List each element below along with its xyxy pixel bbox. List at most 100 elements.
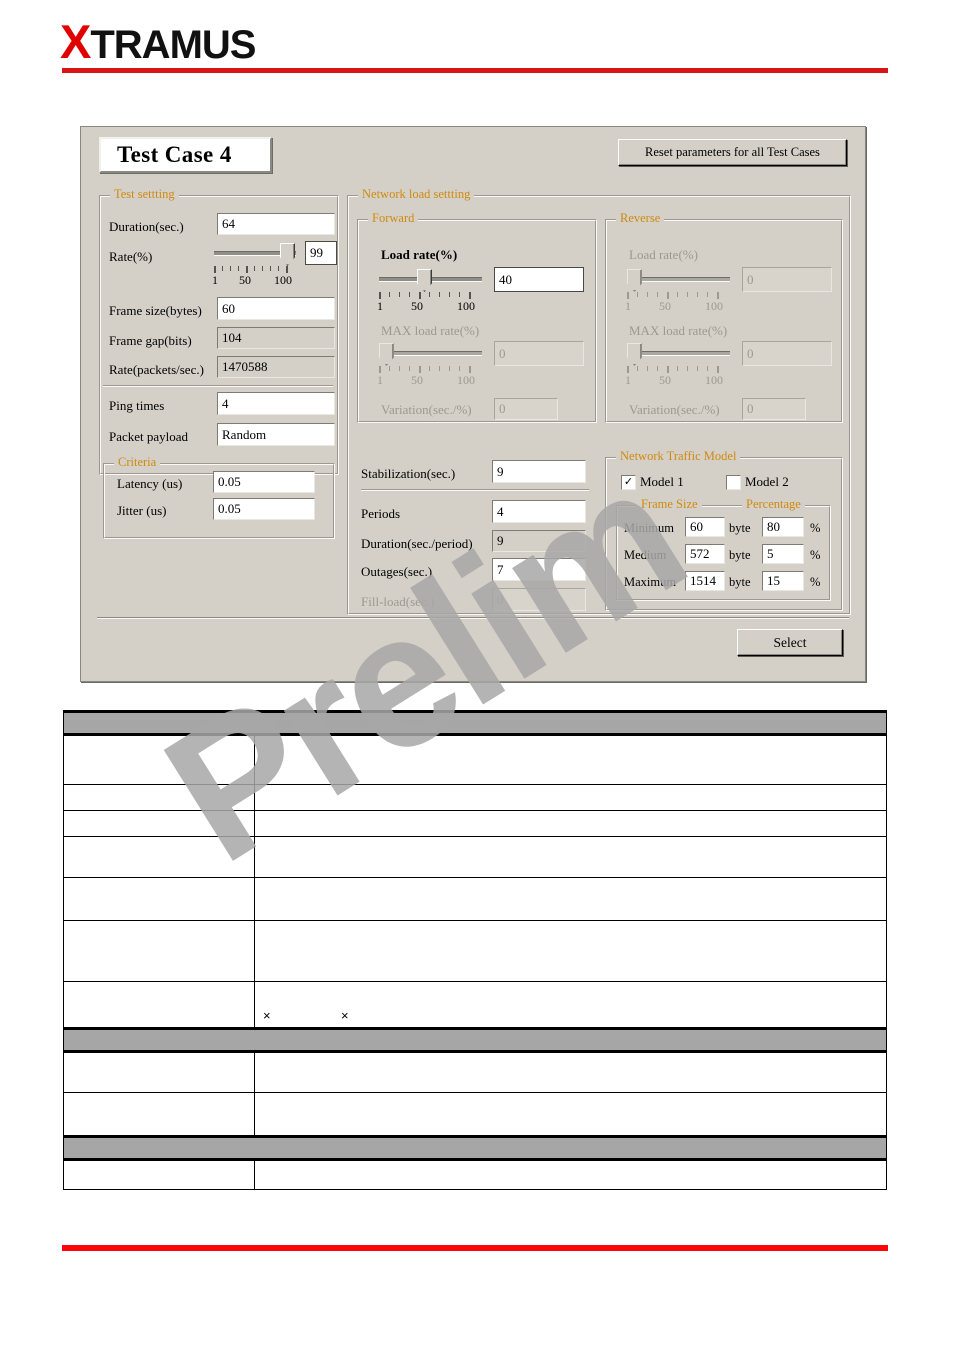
frame-row-percent-field[interactable]: 80 bbox=[762, 517, 804, 537]
slider-ticks bbox=[214, 266, 296, 273]
model1-label: Model 1 bbox=[640, 474, 684, 489]
packet-payload-label: Packet payload bbox=[109, 429, 189, 444]
frame-size-field[interactable]: 60 bbox=[217, 297, 335, 320]
network-load-divider bbox=[361, 489, 589, 491]
frame-size-legend: Frame Size bbox=[637, 497, 702, 512]
ping-times-field[interactable]: 4 bbox=[217, 392, 335, 415]
frame-row-percent-field[interactable]: 5 bbox=[762, 544, 804, 564]
table-band-row bbox=[63, 1027, 887, 1053]
unit-byte-label: byte bbox=[729, 521, 751, 535]
slider-thumb bbox=[627, 269, 642, 292]
duration-label: Duration(sec.) bbox=[109, 219, 184, 234]
table-row bbox=[63, 810, 887, 837]
header-red-rule bbox=[62, 68, 888, 73]
test-case-title: Test Case 4 bbox=[99, 137, 272, 173]
table-row bbox=[63, 784, 887, 811]
xtramus-logo: XTRAMUS bbox=[60, 18, 256, 67]
frame-row-size-field[interactable]: 60 bbox=[685, 517, 725, 537]
forward-max-load-rate-label: MAX load rate(%) bbox=[381, 323, 480, 338]
duration-field[interactable]: 64 bbox=[217, 213, 335, 235]
frame-gap-label: Frame gap(bits) bbox=[109, 333, 192, 348]
model2-label: Model 2 bbox=[745, 474, 789, 489]
periods-label: Periods bbox=[361, 506, 400, 521]
forward-variation-field: 0 bbox=[494, 398, 558, 420]
unit-percent-label: % bbox=[810, 521, 821, 535]
rate-percent-label: Rate(%) bbox=[109, 249, 153, 264]
rate-percent-field[interactable]: 99 bbox=[305, 241, 337, 265]
rate-percent-slider[interactable]: 1 50 100 bbox=[212, 243, 296, 287]
reverse-load-rate-field: 0 bbox=[742, 267, 832, 292]
reverse-max-load-rate-label: MAX load rate(%) bbox=[629, 323, 728, 338]
frame-row-size-field[interactable]: 1514 bbox=[685, 571, 725, 591]
periods-field[interactable]: 4 bbox=[492, 500, 586, 523]
test-setting-divider bbox=[103, 385, 333, 387]
unit-percent-label: % bbox=[810, 548, 821, 562]
test-case-dialog: Test Case 4 Reset parameters for all Tes… bbox=[80, 126, 866, 682]
rate-pps-label: Rate(packets/sec.) bbox=[109, 362, 204, 377]
frame-row-size-field[interactable]: 572 bbox=[685, 544, 725, 564]
table-row bbox=[63, 1092, 887, 1137]
reverse-variation-label: Variation(sec./%) bbox=[629, 402, 720, 417]
logo-wordmark: TRAMUS bbox=[90, 23, 256, 67]
stabilization-label: Stabilization(sec.) bbox=[361, 466, 456, 481]
packet-payload-select[interactable]: Random bbox=[217, 423, 335, 446]
jitter-field[interactable]: 0.05 bbox=[213, 498, 315, 520]
forward-load-rate-field[interactable]: 40 bbox=[494, 267, 584, 292]
footer-red-rule bbox=[62, 1245, 888, 1251]
slider-track bbox=[627, 351, 730, 356]
reverse-max-load-rate-field: 0 bbox=[742, 341, 832, 366]
logo-x-letter: X bbox=[60, 15, 91, 68]
select-button[interactable]: Select bbox=[737, 629, 843, 656]
table-row bbox=[63, 1051, 887, 1093]
outages-field[interactable]: 7 bbox=[492, 558, 586, 581]
frame-row-name: Maximum bbox=[624, 575, 677, 589]
x-mark-1: × bbox=[263, 1008, 271, 1023]
table-band-row bbox=[63, 1135, 887, 1161]
slider-ticks bbox=[627, 366, 730, 373]
fill-load-field: 0 bbox=[492, 588, 586, 611]
frame-row-name: Medium bbox=[624, 548, 667, 562]
fill-load-label: Fill-load(sec.) bbox=[361, 594, 435, 609]
slider-track bbox=[627, 277, 730, 282]
forward-variation-label: Variation(sec./%) bbox=[381, 402, 472, 417]
criteria-legend: Criteria bbox=[114, 455, 161, 470]
stabilization-field[interactable]: 9 bbox=[492, 460, 586, 483]
forward-load-rate-slider[interactable]: 1 50 100 bbox=[377, 269, 482, 313]
unit-percent-label: % bbox=[810, 575, 821, 589]
percentage-legend: Percentage bbox=[742, 497, 805, 512]
frame-row-percent-field[interactable]: 15 bbox=[762, 571, 804, 591]
table-band-row bbox=[63, 710, 887, 736]
latency-label: Latency (us) bbox=[117, 476, 183, 491]
slider-ticks bbox=[627, 292, 730, 299]
slider-ticks bbox=[379, 366, 482, 373]
footer-divider bbox=[97, 617, 849, 619]
reset-parameters-button[interactable]: Reset parameters for all Test Cases bbox=[618, 139, 847, 166]
slider-thumb bbox=[379, 343, 394, 366]
duration-period-field: 9 bbox=[492, 530, 586, 552]
model1-checkbox[interactable]: ✓ bbox=[621, 475, 636, 490]
latency-field[interactable]: 0.05 bbox=[213, 471, 315, 493]
forward-legend: Forward bbox=[368, 211, 419, 226]
slider-thumb[interactable] bbox=[417, 269, 432, 292]
forward-max-load-rate-field: 0 bbox=[494, 341, 584, 366]
unit-byte-label: byte bbox=[729, 575, 751, 589]
table-row bbox=[63, 877, 887, 921]
page-header: XTRAMUS bbox=[0, 0, 954, 80]
test-setting-legend: Test settting bbox=[110, 187, 179, 202]
table-row bbox=[63, 1159, 887, 1190]
slider-thumb[interactable] bbox=[280, 243, 295, 266]
forward-max-load-rate-slider: 1 50 100 bbox=[377, 343, 482, 387]
frame-size-label: Frame size(bytes) bbox=[109, 303, 202, 318]
traffic-model-legend: Network Traffic Model bbox=[616, 449, 741, 464]
table-row-xmarks: × × bbox=[63, 981, 887, 1029]
x-mark-2: × bbox=[341, 1008, 349, 1023]
reverse-variation-field: 0 bbox=[742, 398, 806, 420]
table-row bbox=[63, 920, 887, 982]
model2-checkbox[interactable] bbox=[726, 475, 741, 490]
table-row bbox=[63, 836, 887, 878]
slider-track bbox=[379, 351, 482, 356]
frame-row-name: Minimum bbox=[624, 521, 675, 535]
reverse-legend: Reverse bbox=[616, 211, 665, 226]
reverse-load-rate-slider: 1 50 100 bbox=[625, 269, 730, 313]
table-row bbox=[63, 734, 887, 785]
